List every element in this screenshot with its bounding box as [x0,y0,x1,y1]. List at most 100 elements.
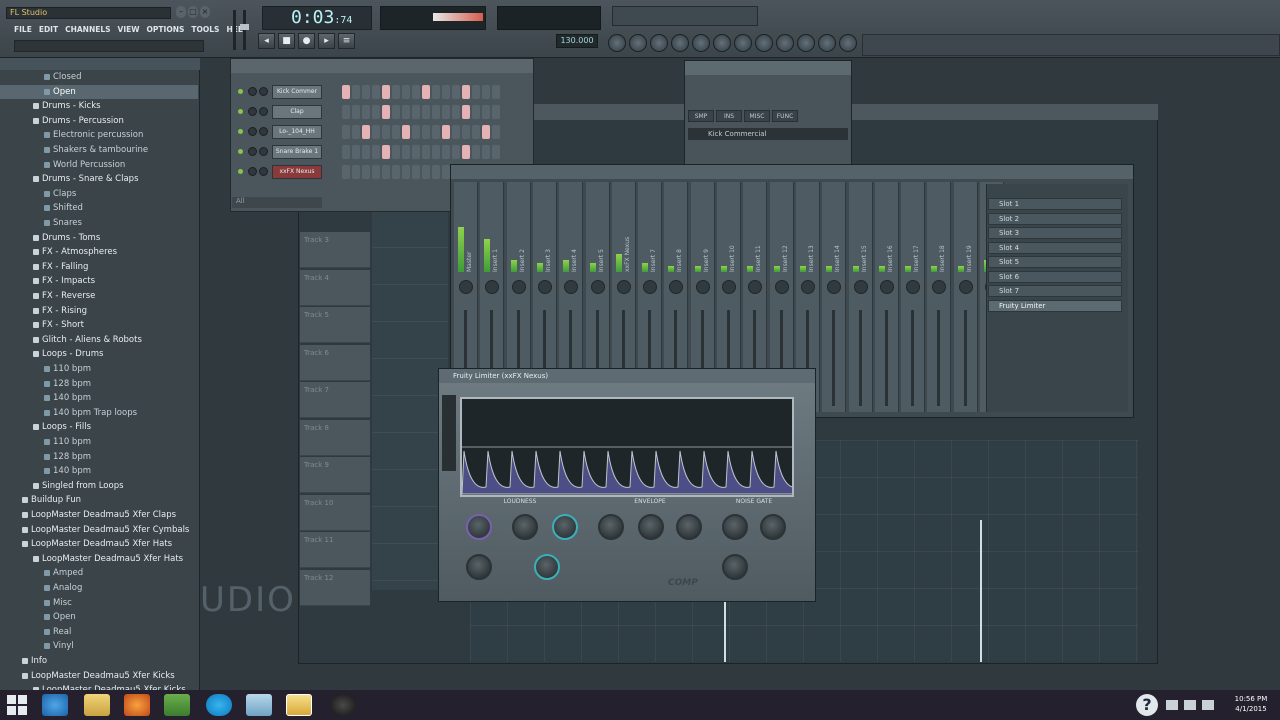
browser-item[interactable]: Vinyl [0,639,198,653]
track-header[interactable]: Track 9 [300,457,370,493]
close-button[interactable]: × [200,6,210,18]
browser-folder[interactable]: LoopMaster Deadmau5 Xfer Kicks [0,669,198,683]
playlist-view-icon[interactable] [608,34,626,52]
step-button[interactable] [442,125,450,139]
browser-item[interactable]: 110 bpm [0,435,198,449]
track-header[interactable]: Track 10 [300,494,370,531]
snap-icon[interactable] [839,34,857,52]
attack-knob[interactable] [598,514,624,540]
channel-pan-knob[interactable] [248,107,257,116]
step-button[interactable] [392,125,400,139]
saturation-knob[interactable] [466,554,492,580]
pan-knob[interactable] [774,280,789,294]
mixer-view-icon[interactable] [671,34,689,52]
gate-gain-knob[interactable] [760,514,786,540]
browser-item[interactable]: Electronic percussion [0,128,198,142]
step-button[interactable] [352,105,360,119]
gate-release-knob[interactable] [722,554,748,580]
limiter-tab-loudness[interactable]: LOUDNESS [490,498,550,508]
browser-item[interactable]: World Percussion [0,158,198,172]
step-button[interactable] [432,125,440,139]
pan-knob[interactable] [827,280,842,294]
step-button[interactable] [492,105,500,119]
pan-knob[interactable] [906,280,921,294]
minecraft-icon[interactable] [164,694,190,716]
step-button[interactable] [432,145,440,159]
channel-filter[interactable]: All [232,197,322,208]
step-button[interactable] [342,145,350,159]
internet-explorer-icon[interactable] [42,694,68,716]
maximize-button[interactable]: □ [188,6,198,18]
step-button[interactable] [402,165,410,179]
master-volume-slider[interactable] [228,6,254,54]
step-button[interactable] [422,125,430,139]
browser-folder[interactable]: FX - Short [0,318,198,332]
step-button[interactable] [472,145,480,159]
menu-options[interactable]: OPTIONS [147,25,185,37]
step-button[interactable] [452,145,460,159]
browser-item[interactable]: Real [0,625,198,639]
volume-fader[interactable] [858,310,862,406]
volume-fader[interactable] [937,310,941,406]
channel-pan-knob[interactable] [248,167,257,176]
fl-studio-taskbar-icon[interactable] [286,694,312,716]
knee-knob[interactable] [534,554,560,580]
fx-slot[interactable]: Slot 5 [988,256,1122,268]
volume-icon[interactable] [1202,700,1214,710]
step-button[interactable] [372,165,380,179]
step-button[interactable] [412,125,420,139]
minimize-button[interactable]: – [176,6,186,18]
step-button[interactable] [462,105,470,119]
pan-knob[interactable] [669,280,684,294]
channel-rack-view-icon[interactable] [650,34,668,52]
step-button[interactable] [442,105,450,119]
menu-view[interactable]: VIEW [118,25,140,37]
step-button[interactable] [432,85,440,99]
step-button[interactable] [412,145,420,159]
track-header[interactable]: Track 4 [300,269,370,306]
fx-slot[interactable]: Slot 1 [988,198,1122,210]
step-button[interactable] [482,145,490,159]
tab-misc[interactable]: MISC [744,110,770,122]
tab-ins[interactable]: INS [716,110,742,122]
step-button[interactable] [412,165,420,179]
step-button[interactable] [482,105,490,119]
tray-arrow-icon[interactable] [1166,700,1178,710]
step-button[interactable] [452,105,460,119]
browser-folder[interactable]: Drums - Kicks [0,99,198,113]
step-button[interactable] [472,85,480,99]
browser-item[interactable]: 110 bpm [0,362,198,376]
channel-mute-led[interactable] [238,129,243,134]
tempo-display[interactable]: 130.000 [556,34,598,48]
browser-item[interactable]: Open [0,84,198,99]
pan-knob[interactable] [932,280,947,294]
channel-name-button[interactable]: Clap [272,105,322,119]
browser-item[interactable]: 140 bpm Trap loops [0,406,198,420]
stop-icon[interactable]: ■ [278,33,295,49]
step-button[interactable] [362,105,370,119]
browser-item[interactable]: 140 bpm [0,391,198,405]
step-button[interactable] [362,85,370,99]
step-button[interactable] [342,125,350,139]
browser-folder[interactable]: Drums - Percussion [0,114,198,128]
browser-item[interactable]: Amped [0,566,198,580]
track-header[interactable]: Track 3 [300,232,370,268]
channel-pan-knob[interactable] [248,87,257,96]
menu-edit[interactable]: EDIT [39,25,58,37]
step-button[interactable] [352,145,360,159]
browser-item[interactable]: Shifted [0,201,198,215]
step-button[interactable] [362,165,370,179]
step-button[interactable] [372,105,380,119]
browser-item[interactable]: Open [0,610,198,624]
step-button[interactable] [382,145,390,159]
step-button[interactable] [472,125,480,139]
step-button[interactable] [402,145,410,159]
step-button[interactable] [372,85,380,99]
channel-pan-knob[interactable] [248,127,257,136]
channel-mute-led[interactable] [238,149,243,154]
step-button[interactable] [442,145,450,159]
pan-knob[interactable] [695,280,710,294]
step-button[interactable] [432,165,440,179]
browser-view-icon[interactable] [692,34,710,52]
step-button[interactable] [392,85,400,99]
